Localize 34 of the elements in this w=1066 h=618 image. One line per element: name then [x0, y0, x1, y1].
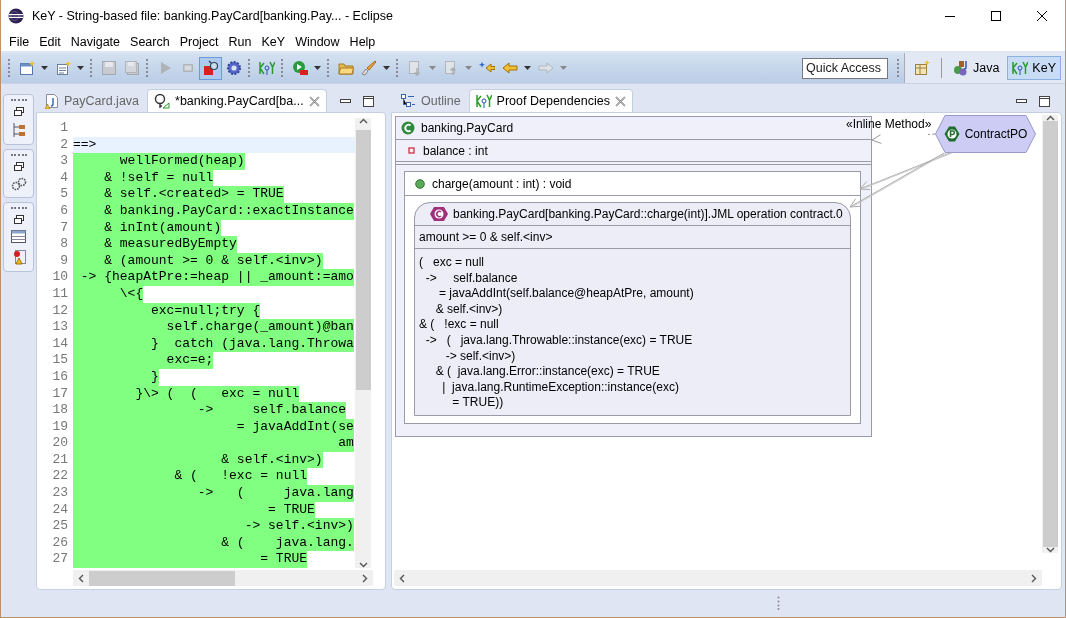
menu-item[interactable]: Project — [174, 34, 224, 49]
menu-item[interactable]: Run — [223, 34, 257, 49]
postcondition-line: ( exc = null — [419, 255, 486, 271]
tab[interactable]: Outline — [394, 90, 467, 112]
method-signature: charge(amount : int) : void — [432, 176, 572, 191]
menu-item[interactable]: Help — [344, 34, 381, 49]
menu-item[interactable]: KeY — [256, 34, 291, 49]
class-name: banking.PayCard — [421, 121, 514, 135]
postcondition-line: | java.lang.RuntimeException::instance(exc) — [441, 379, 680, 396]
quick-access-field[interactable]: Quick Access — [801, 57, 888, 79]
field-label: balance : int — [423, 143, 488, 158]
contract-title: banking.PayCard[banking.PayCard::charge(int)].JML operation contract.0 — [453, 207, 843, 221]
menu-item[interactable]: File — [4, 34, 35, 49]
postcondition-line: = javaAddInt(self.balance@heapAtPre, amount) — [438, 286, 695, 302]
edge-label: «Inline Method» — [846, 117, 932, 131]
proof-label: ContractPO — [964, 127, 1028, 141]
menu-item[interactable]: Edit — [34, 34, 66, 49]
postcondition-line: & ( java.lang.Error::instance(exc) = TRUE — [434, 364, 661, 380]
postcondition-line: & self.<inv>) — [434, 301, 504, 318]
tab[interactable]: Proof Dependencies — [468, 89, 633, 112]
tab[interactable]: *banking.PayCard[ba... — [147, 89, 327, 112]
postcondition-line: -> ( java.lang.Throwable::instance(exc) = TRUE — [424, 332, 694, 349]
perspective-button[interactable]: KeY — [1007, 56, 1061, 80]
menu-item[interactable]: Navigate — [65, 34, 126, 49]
menu-item[interactable]: Window — [290, 34, 345, 49]
menu-item[interactable]: Search — [125, 34, 175, 49]
postcondition-line: -> self.<inv>) — [444, 348, 517, 365]
postcondition-line: & ( !exc = null — [419, 317, 500, 333]
postcondition-line: = TRUE)) — [451, 395, 505, 411]
perspective-button[interactable]: Java — [947, 56, 1005, 80]
postcondition-line: -> self.balance — [424, 270, 519, 287]
window-title: KeY - String-based file: banking.PayCard[banking.Pay... - Eclipse — [32, 9, 394, 23]
tab[interactable]: PayCard.java — [39, 90, 146, 112]
precondition: amount >= 0 & self.<inv> — [415, 226, 850, 249]
